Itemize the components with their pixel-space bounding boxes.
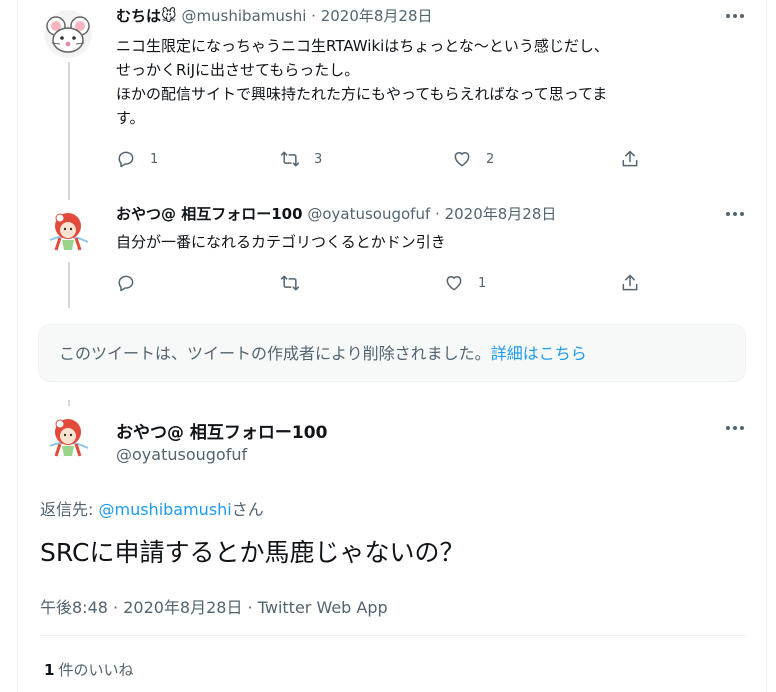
separator-dot: · <box>242 598 258 617</box>
reply-bubble-icon <box>118 151 134 168</box>
tweet-time[interactable]: 午後8:48 <box>40 598 108 617</box>
heart-icon <box>454 152 470 167</box>
share-upload-icon <box>622 150 638 167</box>
tweet-text-line: す。 <box>116 109 145 127</box>
avatar[interactable] <box>44 412 92 460</box>
share-button[interactable] <box>620 148 640 170</box>
main-tweet-text: SRCに申請するとか馬鹿じゃないの？ <box>40 538 465 567</box>
tweet-actions: 1 3 2 <box>116 148 656 170</box>
tweet-date[interactable]: 2020年8月28日 <box>321 7 433 25</box>
reply-prefix: 返信先: <box>40 500 99 519</box>
tweet-actions: 1 <box>116 272 656 294</box>
separator-dot: · <box>107 598 124 617</box>
thread-line <box>68 196 70 200</box>
reply-count: 1 <box>150 151 159 167</box>
retweet-button[interactable] <box>280 272 314 294</box>
reply-mention-link[interactable]: @mushibamushi <box>98 500 231 519</box>
like-button[interactable]: 2 <box>452 148 494 170</box>
tweet-client[interactable]: Twitter Web App <box>258 598 388 617</box>
tweet-1[interactable]: むちは🐭 @mushibamushi · 2020年8月28日 ニコ生限定になっ… <box>20 0 766 196</box>
tweet-meta: 午後8:48 · 2020年8月28日 · Twitter Web App <box>40 594 388 618</box>
avatar[interactable] <box>44 10 92 58</box>
retweet-button[interactable]: 3 <box>280 148 322 170</box>
like-count: 2 <box>486 151 495 167</box>
retweet-icon <box>280 151 300 167</box>
column-right-border <box>766 0 767 692</box>
likes-label: 件のいいね <box>58 661 134 679</box>
more-icon[interactable] <box>724 418 746 438</box>
replying-to: 返信先: @mushibamushiさん <box>40 496 264 520</box>
display-name[interactable]: むちは🐭 <box>116 7 177 25</box>
thread-line <box>68 262 70 308</box>
tweet-header: おやつ@ 相互フォロー100 @oyatusougofuf · 2020年8月2… <box>116 204 556 224</box>
tweet-text-line: 自分が一番になれるカテゴリつくるとかドン引き <box>116 233 446 251</box>
like-button[interactable]: 1 <box>444 272 486 294</box>
tweet-2[interactable]: おやつ@ 相互フォロー100 @oyatusougofuf · 2020年8月2… <box>20 196 766 308</box>
retweet-icon <box>280 275 300 291</box>
share-button[interactable] <box>620 272 640 294</box>
like-count: 1 <box>478 275 487 291</box>
user-handle[interactable]: @oyatusougofuf <box>116 445 247 464</box>
likes-count: 1 <box>44 661 55 679</box>
separator-dot: · <box>435 205 440 223</box>
reply-suffix: さん <box>231 500 264 519</box>
retweet-count: 3 <box>314 151 323 167</box>
avatar[interactable] <box>44 206 92 254</box>
reply-bubble-icon <box>118 275 134 292</box>
reply-button[interactable]: 1 <box>116 148 158 170</box>
tweet-text: ニコ生限定になっちゃうニコ生RTAWikiはちょっとな〜という感じだし、 せっか… <box>116 34 746 130</box>
learn-more-link[interactable]: 詳細はこちら <box>491 344 587 363</box>
user-handle[interactable]: @mushibamushi <box>181 7 306 25</box>
reply-button[interactable] <box>116 272 150 294</box>
tweet-text-line: せっかくRiJに出させてもらったし。 <box>116 61 360 79</box>
tweet-header: むちは🐭 @mushibamushi · 2020年8月28日 <box>116 6 433 26</box>
column-left-border <box>17 0 18 692</box>
thread-line <box>68 400 70 406</box>
likes-summary[interactable]: 1 件のいいね <box>44 659 133 680</box>
user-handle[interactable]: @oyatusougofuf <box>307 205 430 223</box>
display-name[interactable]: おやつ@ 相互フォロー100 <box>116 418 327 443</box>
deleted-tweet-notice: このツイートは、ツイートの作成者により削除されました。詳細はこちら <box>38 324 746 382</box>
tweet-text-line: ほかの配信サイトで興味持たれた方にもやってもらえればなって思ってま <box>116 85 608 103</box>
more-icon[interactable] <box>724 6 746 26</box>
thread-line <box>68 62 70 196</box>
tweet-text: 自分が一番になれるカテゴリつくるとかドン引き <box>116 230 746 254</box>
tweet-date[interactable]: 2020年8月28日 <box>123 598 242 617</box>
more-icon[interactable] <box>724 204 746 224</box>
tweet-date[interactable]: 2020年8月28日 <box>445 205 557 223</box>
tweet-text-line: ニコ生限定になっちゃうニコ生RTAWikiはちょっとな〜という感じだし、 <box>116 37 609 55</box>
deleted-notice-text: このツイートは、ツイートの作成者により削除されました。 <box>59 344 491 363</box>
conversation-column: むちは🐭 @mushibamushi · 2020年8月28日 ニコ生限定になっ… <box>20 0 766 692</box>
divider <box>40 635 746 636</box>
separator-dot: · <box>311 7 316 25</box>
display-name[interactable]: おやつ@ 相互フォロー100 <box>116 205 303 223</box>
heart-icon <box>446 276 462 291</box>
share-upload-icon <box>622 274 638 291</box>
